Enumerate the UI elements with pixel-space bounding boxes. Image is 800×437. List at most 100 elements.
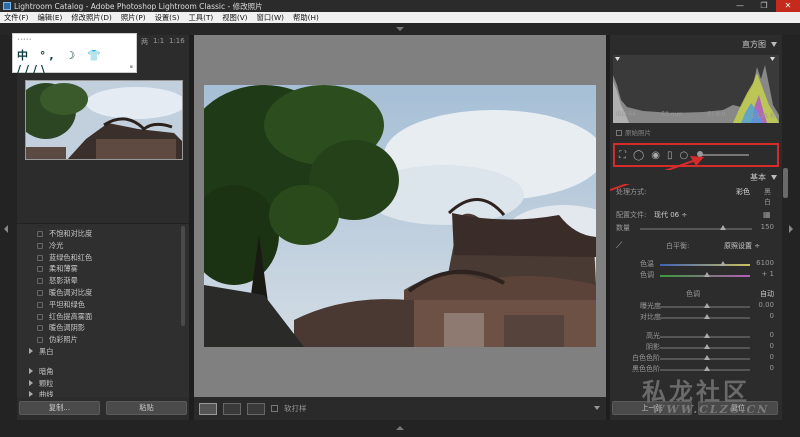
slider-knob[interactable] bbox=[720, 261, 726, 266]
adjustment-brush-slider[interactable] bbox=[697, 151, 750, 157]
slider-knob[interactable] bbox=[704, 333, 710, 338]
blacks-value[interactable]: 0 bbox=[770, 364, 774, 372]
exposure-label: 曝光度 bbox=[640, 302, 661, 310]
red-eye-icon[interactable]: ◉ bbox=[651, 150, 660, 161]
treatment-bw-option[interactable]: 黑白 bbox=[764, 187, 776, 207]
loupe-view-button[interactable] bbox=[199, 402, 217, 415]
right-panel-edge[interactable] bbox=[782, 35, 800, 420]
tint-slider[interactable] bbox=[660, 272, 750, 277]
preset-item[interactable]: 柔和薄雾 bbox=[25, 263, 185, 275]
menu-develop[interactable]: 修改照片(D) bbox=[71, 13, 112, 23]
preset-item[interactable]: 红色提高雾面 bbox=[25, 311, 185, 323]
expand-arrow-icon bbox=[29, 379, 33, 386]
preset-icon bbox=[37, 289, 43, 296]
menu-file[interactable]: 文件(F) bbox=[4, 13, 28, 23]
highlights-slider[interactable] bbox=[660, 333, 750, 338]
blacks-slider[interactable] bbox=[660, 366, 750, 371]
menu-settings[interactable]: 设置(S) bbox=[155, 13, 180, 23]
basic-title: 基本 bbox=[750, 173, 766, 182]
close-button[interactable]: ✕ bbox=[776, 0, 800, 12]
menu-photo[interactable]: 照片(P) bbox=[121, 13, 146, 23]
copy-settings-button[interactable]: 复制... bbox=[19, 401, 100, 415]
preset-icon bbox=[37, 301, 43, 308]
right-panel-toggle-icon[interactable] bbox=[789, 225, 793, 233]
shadows-slider[interactable] bbox=[660, 344, 750, 349]
contrast-value[interactable]: 0 bbox=[770, 312, 774, 320]
histogram-header[interactable]: 直方图 bbox=[610, 37, 782, 51]
temp-value[interactable]: 6100 bbox=[756, 259, 774, 267]
menu-help[interactable]: 帮助(H) bbox=[293, 13, 319, 23]
preset-item[interactable]: 暖色调阴影 bbox=[25, 322, 185, 334]
exposure-value[interactable]: 0.00 bbox=[758, 301, 774, 309]
zoom-1-1[interactable]: 1:1 bbox=[153, 37, 164, 45]
menu-tools[interactable]: 工具(T) bbox=[189, 13, 214, 23]
overlay-sticker: ••••• 中 °, ☽ 👕 ///\ ▪ bbox=[12, 33, 137, 76]
preset-item[interactable]: 怒影渐晕 bbox=[25, 275, 185, 287]
tint-value[interactable]: + 1 bbox=[761, 270, 774, 278]
crop-tool-icon[interactable]: ⛶ bbox=[619, 150, 626, 161]
presets-panel: 不饱和对比度 冷光 蓝绿色和红色 柔和薄雾 怒影渐晕 暖色调对比度 平坦和绿色 … bbox=[17, 223, 189, 399]
profile-browser-icon[interactable]: ▦ bbox=[763, 210, 771, 219]
preset-item[interactable]: 暖色调对比度 bbox=[25, 287, 185, 299]
preset-item[interactable]: 冷光 bbox=[25, 240, 185, 252]
preset-list: 不饱和对比度 冷光 蓝绿色和红色 柔和薄雾 怒影渐晕 暖色调对比度 平坦和绿色 … bbox=[25, 228, 185, 401]
temp-slider[interactable] bbox=[660, 261, 750, 266]
photo-canvas[interactable] bbox=[194, 35, 606, 397]
treatment-color-option[interactable]: 彩色 bbox=[736, 187, 750, 197]
canvas-toolbar: 软打样 bbox=[194, 397, 606, 420]
eyedropper-icon[interactable]: ⟋ bbox=[616, 241, 622, 251]
left-panel-toggle-icon[interactable] bbox=[4, 225, 8, 233]
tint-label: 色调 bbox=[640, 271, 654, 279]
presets-scrollbar[interactable] bbox=[181, 226, 185, 326]
collapse-triangle-icon bbox=[771, 42, 777, 47]
exposure-slider[interactable] bbox=[660, 303, 750, 308]
basic-panel-header[interactable]: 基本 bbox=[610, 170, 782, 184]
original-photo-toggle[interactable]: 原始照片 bbox=[616, 127, 651, 137]
profile-dropdown[interactable]: 现代 06 ÷ bbox=[654, 210, 687, 220]
slider-knob[interactable] bbox=[704, 272, 710, 277]
highlights-value[interactable]: 0 bbox=[770, 331, 774, 339]
maximize-button[interactable]: ❐ bbox=[752, 0, 776, 12]
preset-item[interactable]: 不饱和对比度 bbox=[25, 228, 185, 240]
preset-item[interactable]: 伪彩照片 bbox=[25, 334, 185, 346]
soft-proof-checkbox[interactable] bbox=[271, 405, 278, 412]
whites-value[interactable]: 0 bbox=[770, 353, 774, 361]
radial-filter-icon[interactable]: ○ bbox=[679, 150, 688, 161]
slider-knob[interactable] bbox=[704, 344, 710, 349]
paste-settings-button[interactable]: 粘贴 bbox=[106, 401, 187, 415]
amount-value[interactable]: 150 bbox=[761, 223, 774, 231]
slider-knob[interactable] bbox=[704, 314, 710, 319]
zoom-1-16[interactable]: 1:16 bbox=[169, 37, 185, 45]
navigator-preview[interactable] bbox=[25, 80, 183, 160]
contrast-slider[interactable] bbox=[660, 314, 750, 319]
slider-knob[interactable] bbox=[720, 225, 726, 230]
slider-knob[interactable] bbox=[704, 303, 710, 308]
right-panel-scrollbar[interactable] bbox=[783, 168, 788, 198]
menu-window[interactable]: 窗口(W) bbox=[257, 13, 285, 23]
original-photo-checkbox[interactable] bbox=[616, 130, 622, 136]
preset-group[interactable]: 颗粒 bbox=[25, 378, 185, 390]
main-photo[interactable] bbox=[204, 85, 596, 347]
amount-slider[interactable] bbox=[640, 225, 752, 230]
toolbar-menu-icon[interactable] bbox=[594, 406, 600, 410]
wb-dropdown[interactable]: 原照设置 ÷ bbox=[724, 241, 760, 251]
filmstrip-toggle-icon[interactable] bbox=[396, 426, 404, 430]
graduated-filter-icon[interactable]: ▯ bbox=[667, 150, 673, 161]
preset-group[interactable]: 黑白 bbox=[25, 346, 185, 358]
shadows-value[interactable]: 0 bbox=[770, 342, 774, 350]
slider-knob[interactable] bbox=[704, 355, 710, 360]
preset-group[interactable]: 暗角 bbox=[25, 366, 185, 378]
compare-button[interactable] bbox=[247, 402, 265, 415]
top-panel-toggle-icon[interactable] bbox=[396, 27, 404, 31]
before-after-button[interactable] bbox=[223, 402, 241, 415]
preset-item[interactable]: 蓝绿色和红色 bbox=[25, 252, 185, 264]
spot-removal-icon[interactable]: ◯ bbox=[633, 150, 644, 161]
whites-slider[interactable] bbox=[660, 355, 750, 360]
slider-knob[interactable] bbox=[704, 366, 710, 371]
preset-item[interactable]: 平坦和绿色 bbox=[25, 299, 185, 311]
minimize-button[interactable]: — bbox=[728, 0, 752, 12]
tone-auto-button[interactable]: 自动 bbox=[760, 289, 774, 299]
menu-edit[interactable]: 编辑(E) bbox=[37, 13, 62, 23]
menu-view[interactable]: 视图(V) bbox=[222, 13, 247, 23]
left-panel-edge[interactable] bbox=[0, 35, 17, 420]
